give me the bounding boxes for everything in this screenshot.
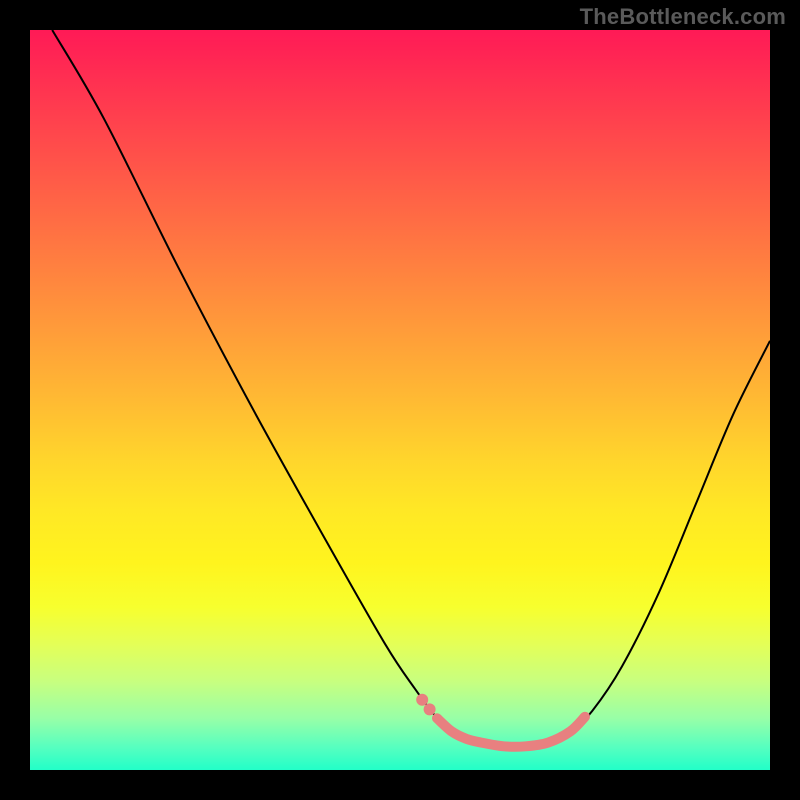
highlight-dot xyxy=(424,703,436,715)
bottleneck-curve xyxy=(52,30,770,748)
chart-area xyxy=(30,30,770,770)
chart-svg xyxy=(30,30,770,770)
optimal-range-highlight xyxy=(437,717,585,747)
watermark-text: TheBottleneck.com xyxy=(580,4,786,30)
highlight-dot xyxy=(416,694,428,706)
